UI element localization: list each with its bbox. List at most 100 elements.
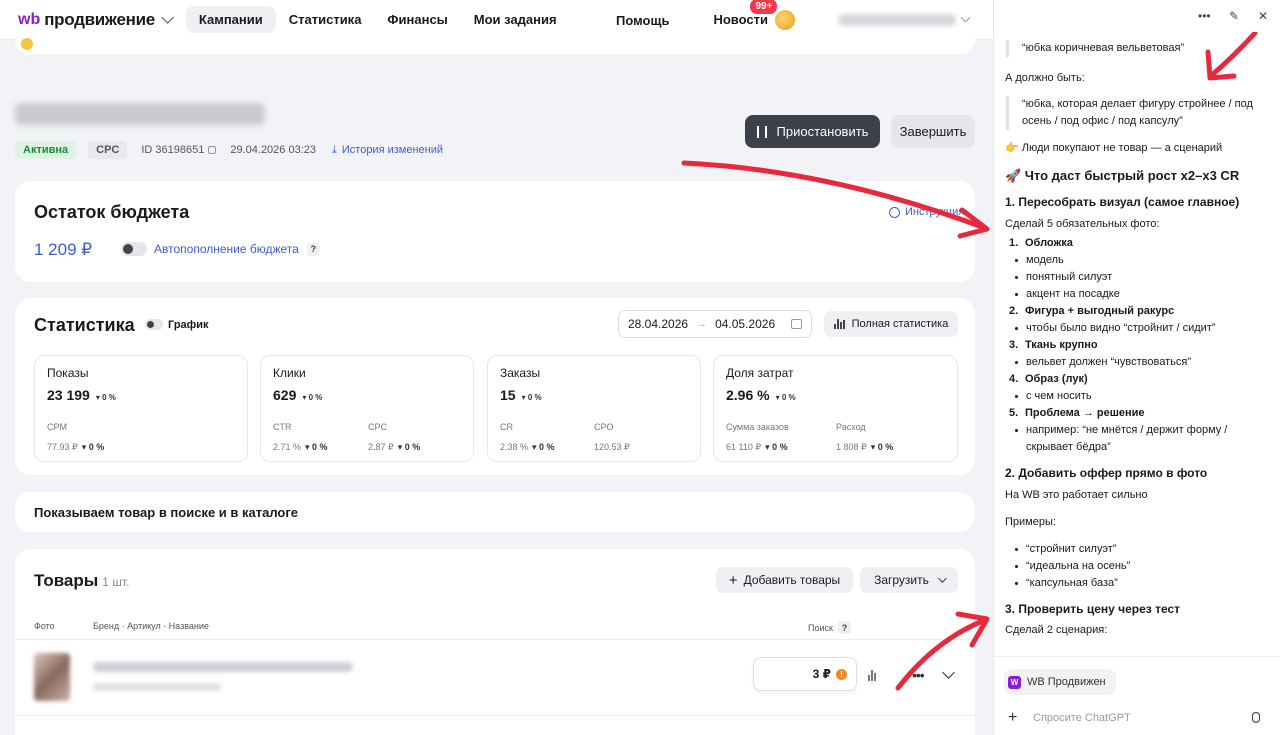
close-icon[interactable]: ✕ [1258, 9, 1268, 23]
sub-change: ▾ 0 % [532, 442, 555, 452]
finish-button[interactable]: Завершить [891, 115, 975, 148]
sub-value-text: 61 110 ₽ [726, 442, 762, 452]
metric-value-text: 2.96 % [726, 387, 770, 403]
full-stats-button[interactable]: Полная статистика [824, 311, 958, 337]
sub-value-text: 77.93 ₽ [47, 442, 78, 452]
load-button[interactable]: Загрузить [860, 567, 958, 593]
date-range-picker[interactable]: 28.04.2026 → 04.05.2026 [618, 310, 812, 338]
placement-title: Показываем товар в поиске и в каталоге [34, 505, 298, 520]
col-search: Поиск ? [808, 621, 851, 634]
notice-icon [21, 38, 33, 50]
status-badge: Активна [15, 141, 77, 159]
quote: “юбка коричневая вельветовая” [1006, 40, 1271, 57]
bullet: с чем носить [1005, 388, 1271, 405]
sub-value-text: 2.71 % [273, 442, 302, 452]
chevron-down-icon[interactable] [161, 11, 174, 24]
chat-text: Примеры: [1005, 516, 1056, 528]
budget-card: Остаток бюджета Инструкция 1 209 ₽ Автоп… [15, 181, 975, 282]
pause-button[interactable]: Приостановить [745, 115, 880, 148]
goods-card: Товары 1 шт. + Добавить товары Загрузить … [15, 549, 975, 735]
list-num: 3. [1009, 339, 1019, 351]
more-icon[interactable]: ••• [912, 667, 925, 683]
sub-change: ▾ 0 % [305, 442, 328, 452]
account-name-blurred[interactable] [838, 14, 956, 26]
list-title: Проблема → решение [1025, 407, 1145, 419]
budget-amount[interactable]: 1 209 ₽ [34, 240, 92, 260]
avatar[interactable] [775, 10, 795, 30]
nav-statistics[interactable]: Статистика [276, 6, 375, 33]
sub-label: CPC [368, 422, 388, 432]
account-chevron-icon[interactable] [960, 12, 971, 23]
sub-value-text: 1 808 ₽ [836, 442, 867, 452]
bar-chart-icon[interactable] [868, 670, 877, 681]
list-num: 4. [1009, 373, 1019, 385]
history-link[interactable]: ⤓ История изменений [332, 144, 443, 157]
sub-label: Расход [836, 422, 866, 432]
plus-icon: + [728, 571, 738, 589]
chat-subheading: 3. Проверить цену через тест [1005, 602, 1181, 616]
nav-finances[interactable]: Финансы [374, 6, 460, 33]
sub-change: ▾ 0 % [870, 442, 894, 452]
help-icon[interactable]: ? [837, 621, 851, 634]
list-item: 1. Обложка [1005, 235, 1271, 252]
list-title: Образ (лук) [1025, 373, 1088, 385]
history-label: История изменений [341, 144, 444, 156]
help-icon[interactable]: ? [306, 242, 320, 256]
ask-input[interactable]: Спросите ChatGPT [1033, 712, 1131, 724]
list-item: 4. Образ (лук) [1005, 371, 1271, 388]
sub-value-text: 120.53 ₽ [594, 442, 630, 452]
nav-campaigns[interactable]: Кампании [185, 6, 276, 33]
graph-label: График [168, 319, 209, 331]
chat-text: На WB это работает сильно [1005, 489, 1148, 501]
bullet: модель [1005, 252, 1271, 269]
metric-value: 23 199 ▾ 0 % [47, 387, 116, 403]
nav-tasks[interactable]: Мои задания [461, 6, 570, 33]
news-badge: 99+ [748, 0, 780, 16]
product-name-blurred[interactable] [93, 662, 353, 672]
add-goods-label: Добавить товары [743, 573, 841, 587]
chip-label: WB Продвижен [1027, 676, 1106, 688]
campaign-title-blurred [15, 103, 265, 125]
campaign-tags: Активна CPC ID 36198651 29.04.2026 03:23… [15, 141, 443, 159]
graph-toggle[interactable] [145, 319, 163, 330]
chevron-down-icon [938, 574, 947, 583]
chat-messages: “юбка коричневая вельветовая” А должно б… [1005, 40, 1271, 639]
product-photo[interactable] [34, 653, 70, 701]
microphone-icon[interactable] [1252, 712, 1260, 723]
autofill-toggle[interactable] [121, 242, 147, 256]
edit-icon[interactable]: ✎ [1229, 9, 1239, 23]
sub-change: ▾ 0 % [765, 442, 788, 452]
nav-help[interactable]: Помощь [605, 7, 680, 34]
chat-text: А должно быть: [1005, 72, 1085, 84]
bid-input[interactable]: 3 ₽ ! [753, 657, 857, 691]
quote: “юбка, которая делает фигуру стройнее / … [1006, 96, 1271, 130]
chat-text: 👉 Люди покупают не товар — а сценарий [1005, 142, 1223, 154]
bullet: понятный силуэт [1005, 269, 1271, 286]
placement-card[interactable]: Показываем товар в поиске и в каталоге [15, 492, 975, 532]
chevron-down-icon[interactable] [942, 666, 955, 679]
product-article-blurred [93, 683, 221, 691]
gpt-chip[interactable]: W WB Продвижен [1004, 669, 1116, 695]
instruction-link[interactable]: Инструкция [889, 206, 964, 218]
autofill-link[interactable]: Автопополнение бюджета ? [154, 242, 320, 256]
divider [15, 639, 975, 640]
metric-impressions: Показы 23 199 ▾ 0 % CPM 77.93 ₽ ▾ 0 % [34, 355, 248, 462]
statistics-card: Статистика График 28.04.2026 → 04.05.202… [15, 298, 975, 475]
instruction-label: Инструкция [905, 206, 965, 218]
panel-toolbar: ••• ✎ ✕ [994, 0, 1280, 32]
bullet: “идеальна на осень” [1005, 558, 1271, 575]
add-goods-button[interactable]: + Добавить товары [716, 567, 853, 593]
sub-value: 61 110 ₽ ▾ 0 % [726, 442, 788, 453]
date-to: 04.05.2026 [715, 317, 776, 331]
copy-icon[interactable] [208, 146, 217, 154]
chat-subheading: 2. Добавить оффер прямо в фото [1005, 466, 1208, 480]
load-label: Загрузить [874, 573, 929, 587]
list-title: Фигура + выгодный ракурс [1025, 305, 1175, 317]
plus-icon[interactable]: + [1008, 709, 1017, 727]
more-icon[interactable]: ••• [1198, 9, 1211, 23]
bullet: “стройнит силуэт” [1005, 541, 1271, 558]
sub-label: CPO [594, 422, 614, 432]
sub-value: 120.53 ₽ [594, 442, 634, 453]
bullet: например: “не мнётся / держит форму / ск… [1005, 422, 1271, 456]
metric-clicks: Клики 629 ▾ 0 % CTR 2.71 % ▾ 0 % CPC 2.87 … [260, 355, 474, 462]
